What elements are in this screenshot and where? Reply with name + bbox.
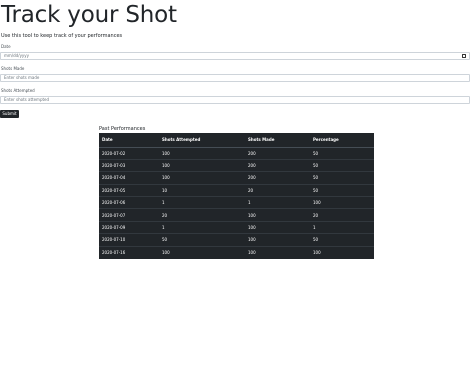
cell-shots-attempted: 100 xyxy=(159,158,245,172)
calendar-icon[interactable] xyxy=(462,54,466,58)
cell-percentage: 50 xyxy=(310,233,374,247)
cell-date: 2020-07-10 xyxy=(99,233,159,247)
cell-shots-made: 100 xyxy=(245,220,310,234)
table-row: 2020-07-07 20 100 20 xyxy=(99,208,374,222)
submit-button[interactable]: Submit xyxy=(0,110,19,118)
cell-shots-attempted: 100 xyxy=(159,146,245,160)
table-row: 2020-07-10 50 100 50 xyxy=(99,233,374,247)
date-placeholder: mm/dd/yyyy xyxy=(4,53,30,58)
cell-percentage: 50 xyxy=(310,158,374,172)
cell-shots-made: 200 xyxy=(245,158,310,172)
shots-made-label: Shots Made xyxy=(1,66,25,71)
cell-shots-attempted: 20 xyxy=(159,208,245,222)
cell-percentage: 50 xyxy=(310,146,374,160)
table-row: 2020-07-16 100 100 100 xyxy=(99,245,374,259)
table-row: 2020-07-03 100 200 50 xyxy=(99,158,374,172)
page-subtitle: Use this tool to keep track of your perf… xyxy=(1,33,123,39)
cell-shots-attempted: 1 xyxy=(159,196,245,209)
column-header-date: Date xyxy=(99,133,159,148)
cell-percentage: 100 xyxy=(310,245,374,259)
table-body: 2020-07-02 100 200 50 2020-07-03 100 200… xyxy=(99,146,374,259)
date-label: Date xyxy=(1,44,11,49)
cell-date: 2020-07-04 xyxy=(99,171,159,185)
table-row: 2020-07-09 1 100 1 xyxy=(99,220,374,234)
cell-shots-attempted: 10 xyxy=(159,183,245,197)
shots-attempted-label: Shots Attempted xyxy=(1,88,35,93)
past-performances-title: Past Performances xyxy=(99,126,146,132)
cell-percentage: 50 xyxy=(310,183,374,197)
page-title: Track your Shot xyxy=(1,2,177,28)
shots-made-input[interactable]: Enter shots made xyxy=(0,74,470,82)
shots-made-placeholder: Enter shots made xyxy=(4,75,40,80)
cell-shots-made: 20 xyxy=(245,183,310,197)
column-header-percentage: Percentage xyxy=(310,133,374,148)
cell-shots-attempted: 1 xyxy=(159,220,245,234)
cell-date: 2020-07-03 xyxy=(99,158,159,172)
shots-attempted-input[interactable]: Enter shots attempted xyxy=(0,96,470,104)
table-row: 2020-07-05 10 20 50 xyxy=(99,183,374,197)
cell-percentage: 50 xyxy=(310,171,374,185)
cell-shots-made: 200 xyxy=(245,171,310,185)
table-row: 2020-07-06 1 1 100 xyxy=(99,196,374,209)
table-row: 2020-07-02 100 200 50 xyxy=(99,146,374,160)
performances-table-container: Date Shots Attempted Shots Made Percenta… xyxy=(99,133,374,259)
table-header-row: Date Shots Attempted Shots Made Percenta… xyxy=(99,133,374,148)
cell-date: 2020-07-16 xyxy=(99,245,159,259)
shots-attempted-placeholder: Enter shots attempted xyxy=(4,97,50,102)
performances-table: Date Shots Attempted Shots Made Percenta… xyxy=(99,133,374,259)
cell-date: 2020-07-02 xyxy=(99,146,159,160)
cell-date: 2020-07-07 xyxy=(99,208,159,222)
cell-shots-made: 1 xyxy=(245,196,310,209)
cell-shots-attempted: 50 xyxy=(159,233,245,247)
cell-shots-made: 100 xyxy=(245,245,310,259)
column-header-shots-made: Shots Made xyxy=(245,133,310,148)
cell-shots-made: 100 xyxy=(245,233,310,247)
cell-percentage: 20 xyxy=(310,208,374,222)
cell-percentage: 100 xyxy=(310,196,374,209)
cell-shots-made: 200 xyxy=(245,146,310,160)
date-input[interactable]: mm/dd/yyyy xyxy=(0,52,470,60)
column-header-shots-attempted: Shots Attempted xyxy=(159,133,245,148)
cell-shots-attempted: 100 xyxy=(159,171,245,185)
cell-shots-made: 100 xyxy=(245,208,310,222)
table-row: 2020-07-04 100 200 50 xyxy=(99,171,374,185)
cell-date: 2020-07-06 xyxy=(99,196,159,209)
cell-date: 2020-07-05 xyxy=(99,183,159,197)
page: Track your Shot Use this tool to keep tr… xyxy=(0,0,474,391)
cell-shots-attempted: 100 xyxy=(159,245,245,259)
cell-date: 2020-07-09 xyxy=(99,220,159,234)
cell-percentage: 1 xyxy=(310,220,374,234)
